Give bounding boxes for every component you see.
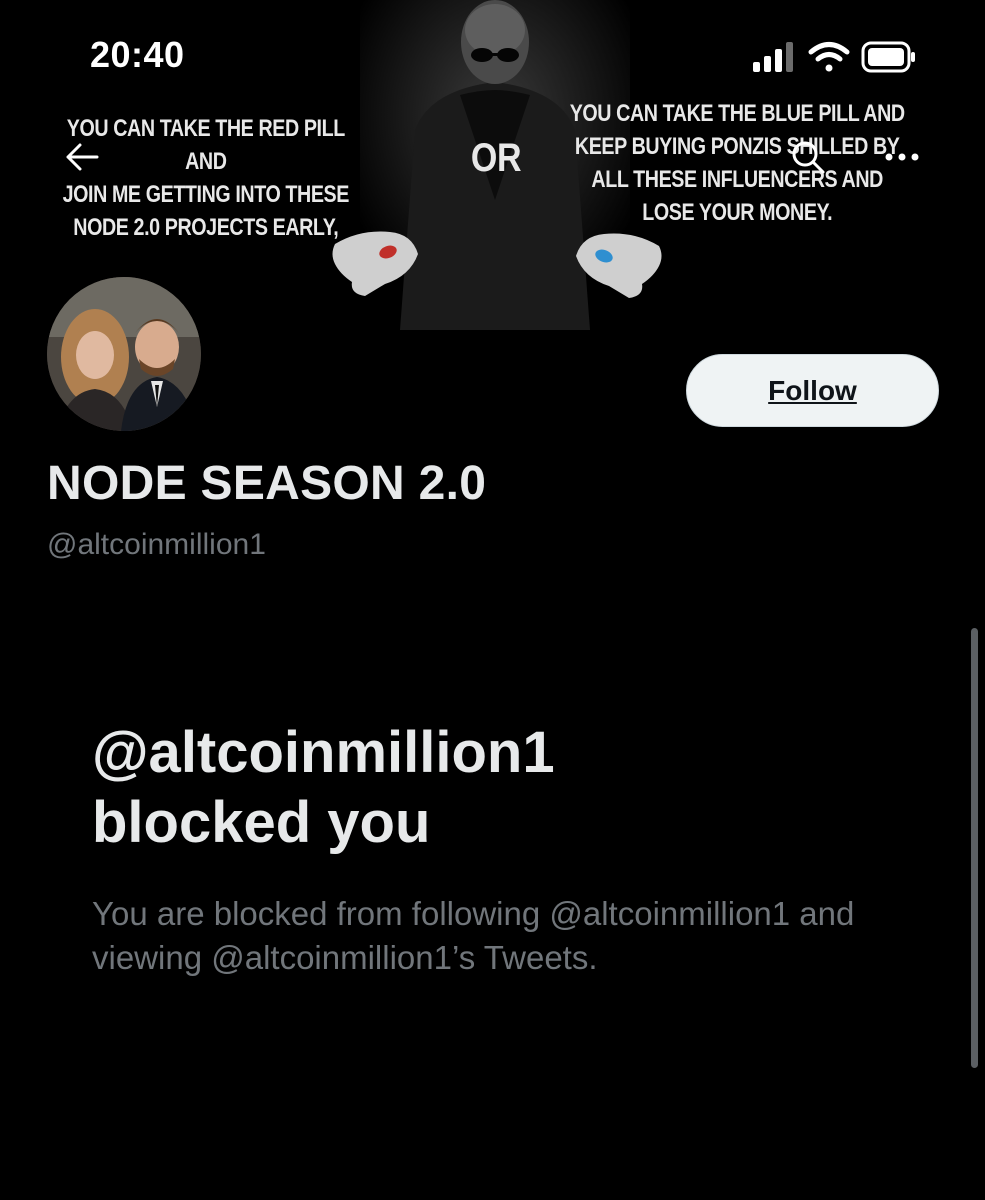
arrow-left-icon bbox=[66, 143, 99, 171]
blocked-title-text: blocked you bbox=[92, 790, 431, 855]
avatar[interactable] bbox=[42, 272, 206, 436]
follow-button-label: Follow bbox=[768, 374, 857, 406]
banner-right-line: LOSE YOUR MONEY. bbox=[642, 199, 833, 226]
banner-center-caption: OR bbox=[470, 136, 522, 180]
cellular-signal-icon bbox=[753, 42, 793, 72]
search-icon bbox=[792, 141, 825, 174]
banner-left-line: NODE 2.0 PROJECTS EARLY, bbox=[73, 214, 339, 241]
blue-pill-hand-image bbox=[576, 233, 662, 298]
search-button[interactable] bbox=[776, 125, 840, 189]
battery-icon bbox=[861, 41, 915, 73]
follow-button[interactable]: Follow bbox=[686, 354, 939, 427]
banner-right-line: YOU CAN TAKE THE BLUE PILL AND bbox=[569, 100, 905, 127]
status-time: 20:40 bbox=[90, 34, 185, 75]
blocked-description: You are blocked from following @altcoinm… bbox=[92, 895, 855, 976]
profile-handle: @altcoinmillion1 bbox=[47, 528, 266, 561]
banner-right-line: KEEP BUYING PONZIS SHILLED BY bbox=[574, 133, 900, 160]
status-icons bbox=[753, 41, 915, 73]
banner-right-line: ALL THESE INFLUENCERS AND bbox=[591, 166, 883, 193]
avatar-photo bbox=[47, 277, 201, 431]
wifi-icon bbox=[808, 42, 850, 72]
blocked-title: @altcoinmillion1 blocked you bbox=[92, 718, 892, 858]
more-button[interactable] bbox=[870, 125, 934, 189]
scrollbar[interactable] bbox=[971, 628, 978, 1068]
blocked-title-handle: @altcoinmillion1 bbox=[92, 720, 555, 785]
banner-right-caption: YOU CAN TAKE THE BLUE PILL AND KEEP BUYI… bbox=[565, 97, 909, 229]
display-name: NODE SEASON 2.0 bbox=[47, 457, 487, 510]
back-button[interactable] bbox=[50, 125, 114, 189]
more-horizontal-icon bbox=[885, 153, 919, 161]
